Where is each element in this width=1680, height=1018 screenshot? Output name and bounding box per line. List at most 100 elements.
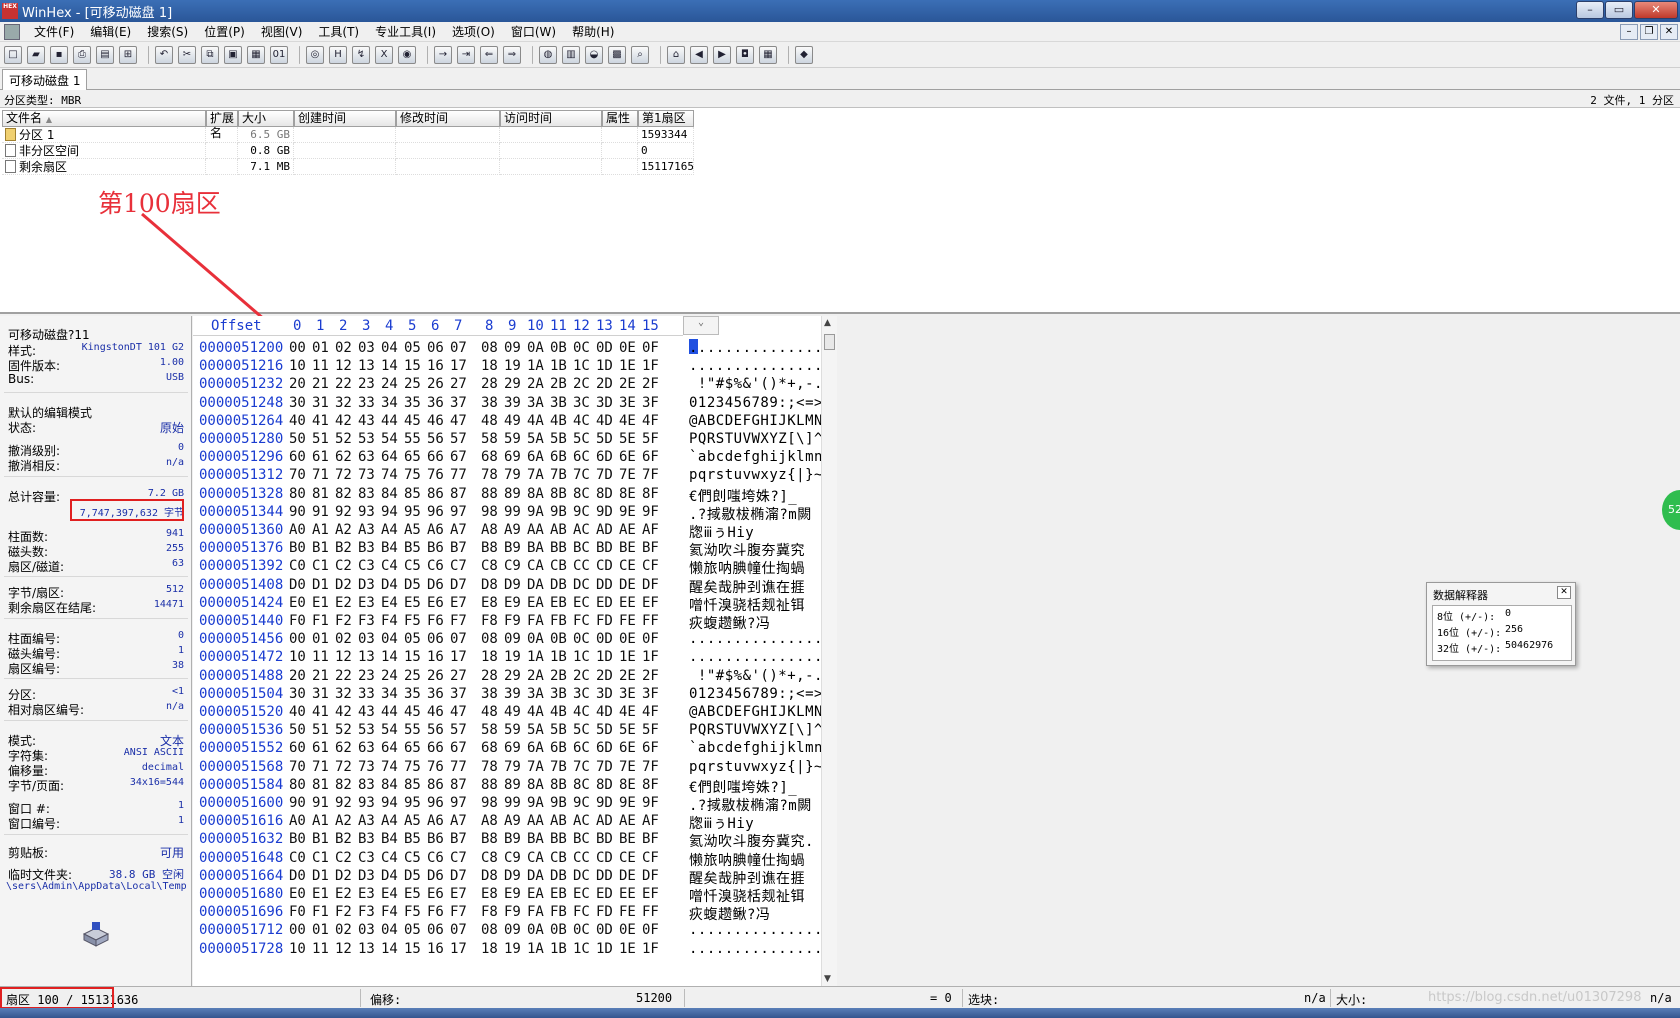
hex-byte[interactable]: 70 <box>289 467 306 483</box>
hex-byte[interactable]: 82 <box>335 777 352 793</box>
hex-byte[interactable]: 3D <box>596 686 613 702</box>
hex-byte[interactable]: 58 <box>481 431 498 447</box>
hex-byte[interactable]: 47 <box>450 704 467 720</box>
hex-offset[interactable]: 0000051488 <box>199 668 283 684</box>
hex-offset[interactable]: 0000051392 <box>199 558 283 574</box>
hex-byte[interactable]: A4 <box>381 813 398 829</box>
hex-byte[interactable]: 35 <box>404 395 421 411</box>
hex-byte[interactable]: CD <box>596 850 613 866</box>
hex-byte[interactable]: 27 <box>450 376 467 392</box>
hex-offset[interactable]: 0000051328 <box>199 486 283 502</box>
hex-byte[interactable]: 0E <box>619 922 636 938</box>
hex-byte[interactable]: 57 <box>450 431 467 447</box>
hex-offset[interactable]: 0000051632 <box>199 831 283 847</box>
hex-byte[interactable]: 7A <box>527 759 544 775</box>
hex-byte[interactable]: F8 <box>481 613 498 629</box>
ascii-pane[interactable]: ⌄ ................................ !"#$%… <box>683 316 821 986</box>
ascii-row[interactable]: 牎ⅲぅΗiy <box>689 813 754 832</box>
hex-byte[interactable]: C5 <box>404 558 421 574</box>
hex-byte[interactable]: 30 <box>289 686 306 702</box>
ascii-row[interactable]: 噌忏溴骁栝觌祉铒 <box>689 886 805 905</box>
hex-byte[interactable]: 2E <box>619 668 636 684</box>
hex-byte[interactable]: 2E <box>619 376 636 392</box>
ascii-row[interactable]: !"#$%&'()*+,-./ <box>689 376 821 395</box>
file-row-unpartitioned-space[interactable]: 非分区空间 0.8 GB 0 <box>2 143 694 159</box>
hex-offset[interactable]: 0000051424 <box>199 595 283 611</box>
hex-byte[interactable]: B3 <box>358 831 375 847</box>
ascii-row[interactable]: PQRSTUVWXYZ[\]^_ <box>689 722 821 741</box>
hex-byte[interactable]: F9 <box>504 613 521 629</box>
hex-byte[interactable]: CE <box>619 558 636 574</box>
hex-byte[interactable]: E2 <box>335 595 352 611</box>
minimize-button[interactable]: – <box>1576 1 1604 19</box>
hex-byte[interactable]: 21 <box>312 376 329 392</box>
hex-byte[interactable]: FB <box>550 904 567 920</box>
hex-byte[interactable]: 2B <box>550 668 567 684</box>
hex-byte[interactable]: 69 <box>504 740 521 756</box>
hex-byte[interactable]: AB <box>550 813 567 829</box>
hex-byte[interactable]: 02 <box>335 631 352 647</box>
hex-byte[interactable]: 90 <box>289 504 306 520</box>
hex-byte[interactable]: 74 <box>381 759 398 775</box>
hex-byte[interactable]: 7F <box>642 759 659 775</box>
hex-byte[interactable]: E5 <box>404 595 421 611</box>
hex-byte[interactable]: F4 <box>381 613 398 629</box>
hex-byte[interactable]: 18 <box>481 649 498 665</box>
hex-byte[interactable]: 1C <box>573 358 590 374</box>
hex-byte[interactable]: 6E <box>619 740 636 756</box>
hex-byte[interactable]: CF <box>642 850 659 866</box>
hex-byte[interactable]: CE <box>619 850 636 866</box>
hex-byte[interactable]: 00 <box>289 631 306 647</box>
hex-byte[interactable]: 0A <box>527 922 544 938</box>
hex-byte[interactable]: 19 <box>504 941 521 957</box>
hex-byte[interactable]: 82 <box>335 486 352 502</box>
goto-sector-icon[interactable]: ⇥ <box>457 45 475 64</box>
hex-byte[interactable]: 02 <box>335 340 352 356</box>
hex-byte[interactable]: 38 <box>481 395 498 411</box>
hex-byte[interactable]: 00 <box>289 922 306 938</box>
hex-byte[interactable]: 98 <box>481 504 498 520</box>
hex-byte[interactable]: 52 <box>335 722 352 738</box>
hex-byte[interactable]: 01 <box>312 922 329 938</box>
hex-byte[interactable]: B5 <box>404 831 421 847</box>
hex-byte[interactable]: 94 <box>381 795 398 811</box>
hex-byte[interactable]: C4 <box>381 558 398 574</box>
hex-byte[interactable]: FB <box>550 613 567 629</box>
hex-byte[interactable]: 13 <box>358 649 375 665</box>
column-size[interactable]: 大小 <box>238 110 294 127</box>
hex-byte[interactable]: 19 <box>504 649 521 665</box>
hex-offset[interactable]: 0000051360 <box>199 522 283 538</box>
hex-byte[interactable]: 7E <box>619 467 636 483</box>
hex-byte[interactable]: 47 <box>450 413 467 429</box>
hex-byte[interactable]: 78 <box>481 759 498 775</box>
hex-offset[interactable]: 0000051552 <box>199 740 283 756</box>
hex-byte[interactable]: 96 <box>427 504 444 520</box>
hex-byte[interactable]: CD <box>596 558 613 574</box>
hex-byte[interactable]: F6 <box>427 613 444 629</box>
hex-byte[interactable]: 14 <box>381 358 398 374</box>
hex-byte[interactable]: BA <box>527 540 544 556</box>
hex-byte[interactable]: 6F <box>642 449 659 465</box>
hex-byte[interactable]: C1 <box>312 558 329 574</box>
hex-byte[interactable]: 16 <box>427 358 444 374</box>
hex-byte[interactable]: 0C <box>573 340 590 356</box>
hex-byte[interactable]: D2 <box>335 868 352 884</box>
hex-byte[interactable]: 1E <box>619 358 636 374</box>
hex-byte[interactable]: 0E <box>619 340 636 356</box>
hex-byte[interactable]: 7B <box>550 759 567 775</box>
hex-byte[interactable]: 29 <box>504 376 521 392</box>
find-text-icon[interactable]: ◎ <box>306 45 324 64</box>
hex-byte[interactable]: 87 <box>450 777 467 793</box>
hex-byte[interactable]: 8E <box>619 777 636 793</box>
hex-byte[interactable]: 77 <box>450 759 467 775</box>
hex-byte[interactable]: 7B <box>550 467 567 483</box>
hex-byte[interactable]: 08 <box>481 922 498 938</box>
hex-byte[interactable]: 6C <box>573 740 590 756</box>
hex-byte[interactable]: 1C <box>573 649 590 665</box>
hex-byte[interactable]: 06 <box>427 631 444 647</box>
hex-byte[interactable]: 45 <box>404 704 421 720</box>
hex-byte[interactable]: E7 <box>450 886 467 902</box>
hex-byte[interactable]: C6 <box>427 850 444 866</box>
hex-byte[interactable]: BB <box>550 540 567 556</box>
hex-byte[interactable]: 4C <box>573 413 590 429</box>
